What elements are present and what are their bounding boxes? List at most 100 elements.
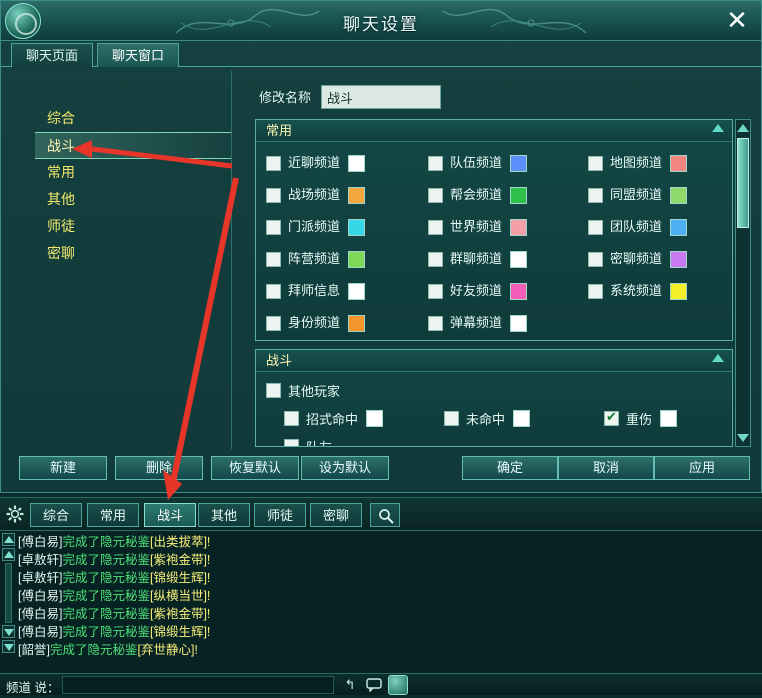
chat-action-text: 完成了隐元秘鉴 [62, 589, 150, 603]
chat-log-line: [傅白易]完成了隐元秘鉴[出类拔萃]! [18, 533, 758, 551]
channel-color-swatch[interactable] [348, 314, 366, 332]
chat-scroll-pagedown-icon[interactable] [2, 625, 15, 638]
chat-scroll-up-icon[interactable] [2, 533, 15, 546]
search-icon[interactable] [370, 503, 400, 527]
channel-checkbox[interactable] [428, 219, 443, 235]
gear-icon[interactable] [4, 504, 26, 526]
channel-checkbox[interactable] [588, 251, 603, 267]
chat-tab-changyong[interactable]: 常用 [87, 503, 140, 527]
chat-scroll-down-icon[interactable] [2, 640, 15, 653]
channel-color-swatch[interactable] [348, 186, 366, 204]
battle-option-row: 招式命中 [284, 406, 384, 430]
chat-channel-label[interactable]: 频道 说： [6, 677, 60, 696]
chat-channel-name: 频道 [6, 681, 32, 695]
channel-checkbox[interactable] [266, 187, 281, 203]
sidebar-item-shitu[interactable]: 师徒 [35, 213, 231, 240]
scrollbar-thumb[interactable] [737, 138, 749, 228]
channel-color-swatch[interactable] [670, 186, 688, 204]
battle-option-checkbox[interactable] [284, 438, 299, 446]
channel-color-swatch[interactable] [348, 218, 366, 236]
battle-option-color-swatch[interactable] [366, 409, 384, 427]
channel-checkbox[interactable] [266, 219, 281, 235]
chat-input-field[interactable] [62, 676, 334, 694]
sidebar-item-zonghe[interactable]: 综合 [35, 105, 231, 132]
undo-icon[interactable]: ↰ [340, 675, 360, 695]
tab-chat-page[interactable]: 聊天页面 [11, 43, 94, 67]
chat-tab-zonghe[interactable]: 综合 [30, 503, 83, 527]
channel-color-swatch[interactable] [670, 154, 688, 172]
apply-button[interactable]: 应用 [654, 456, 750, 480]
channel-color-swatch[interactable] [348, 250, 366, 268]
channel-color-swatch[interactable] [510, 250, 528, 268]
battle-option-checkbox[interactable] [604, 409, 619, 426]
group-battle-header[interactable]: 战斗 [256, 350, 732, 372]
sidebar-item-changyong[interactable]: 常用 [35, 159, 231, 186]
set-default-button[interactable]: 设为默认 [301, 456, 389, 480]
chat-item-name: [弃世静心]! [137, 643, 198, 657]
chevron-up-icon[interactable] [712, 124, 724, 132]
restore-default-button[interactable]: 恢复默认 [211, 456, 299, 480]
channel-row: 阵营频道 [266, 246, 366, 272]
channel-checkbox[interactable] [428, 187, 443, 203]
channel-checkbox[interactable] [266, 251, 281, 267]
channel-checkbox[interactable] [588, 219, 603, 235]
battle-option-color-swatch[interactable] [513, 409, 531, 427]
new-button[interactable]: 新建 [19, 456, 107, 480]
channel-row: 门派频道 [266, 214, 366, 240]
battle-option-label: 未命中 [466, 411, 506, 427]
scroll-up-icon[interactable] [737, 122, 749, 134]
channel-checkbox[interactable] [588, 187, 603, 203]
group-battle-grid: 其他玩家招式命中 未命中 重伤队友 [256, 372, 732, 446]
rename-input[interactable] [321, 85, 442, 109]
sidebar-item-label: 综合 [47, 110, 75, 126]
battle-option-checkbox[interactable] [444, 410, 459, 426]
sidebar-item-zhandou[interactable]: 战斗 [35, 132, 231, 159]
channel-color-swatch[interactable] [348, 154, 366, 172]
tab-chat-window[interactable]: 聊天窗口 [97, 43, 180, 67]
chat-bubble-icon[interactable] [364, 675, 384, 695]
chat-log-line: [韶誉]完成了隐元秘鉴[弃世静心]! [18, 641, 758, 659]
ok-button[interactable]: 确定 [462, 456, 558, 480]
scroll-down-icon[interactable] [737, 432, 749, 444]
channel-color-swatch[interactable] [348, 282, 366, 300]
window-tabs: 聊天页面 聊天窗口 [1, 41, 762, 67]
chevron-up-icon[interactable] [712, 354, 724, 362]
channel-checkbox[interactable] [588, 155, 603, 171]
channel-checkbox[interactable] [266, 155, 281, 171]
channel-color-swatch[interactable] [510, 314, 528, 332]
channel-color-swatch[interactable] [670, 250, 688, 268]
battle-option-color-swatch[interactable] [660, 409, 678, 427]
chat-tab-qita[interactable]: 其他 [198, 503, 251, 527]
chat-scroll-pageup-icon[interactable] [2, 548, 15, 561]
channel-checkbox[interactable] [266, 283, 281, 299]
chat-player-name: [韶誉] [18, 643, 50, 657]
channel-color-swatch[interactable] [510, 282, 528, 300]
channel-color-swatch[interactable] [510, 218, 528, 236]
chat-log-scrollbar[interactable] [2, 533, 16, 671]
battle-option-checkbox[interactable] [266, 382, 281, 398]
battle-option-checkbox[interactable] [284, 410, 299, 426]
channel-color-swatch[interactable] [510, 186, 528, 204]
settings-scrollbar[interactable] [735, 119, 751, 447]
cancel-button[interactable]: 取消 [558, 456, 654, 480]
channel-checkbox[interactable] [428, 155, 443, 171]
delete-button[interactable]: 删除 [115, 456, 203, 480]
channel-checkbox[interactable] [428, 315, 443, 331]
channel-checkbox[interactable] [588, 283, 603, 299]
channel-color-swatch[interactable] [670, 218, 688, 236]
group-common-header[interactable]: 常用 [256, 120, 732, 142]
close-icon[interactable]: ✕ [721, 5, 753, 37]
channel-row: 系统频道 [588, 278, 688, 304]
channel-color-swatch[interactable] [670, 282, 688, 300]
emoji-icon[interactable] [388, 675, 408, 695]
chat-scroll-track[interactable] [5, 563, 12, 623]
channel-color-swatch[interactable] [510, 154, 528, 172]
sidebar-item-miliao[interactable]: 密聊 [35, 240, 231, 267]
chat-tab-miliao[interactable]: 密聊 [310, 503, 363, 527]
chat-tab-zhandou[interactable]: 战斗 [144, 503, 197, 527]
sidebar-item-qita[interactable]: 其他 [35, 186, 231, 213]
channel-checkbox[interactable] [266, 315, 281, 331]
channel-checkbox[interactable] [428, 283, 443, 299]
chat-tab-shitu[interactable]: 师徒 [254, 503, 307, 527]
channel-checkbox[interactable] [428, 251, 443, 267]
